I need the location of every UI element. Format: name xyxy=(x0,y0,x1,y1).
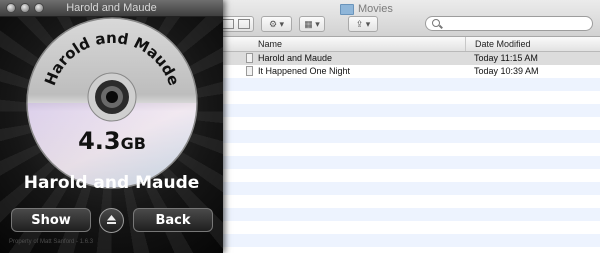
disc-size: 4.3GB xyxy=(26,127,198,155)
disc-size-value: 4.3 xyxy=(78,127,121,155)
empty-row xyxy=(222,182,600,195)
show-button[interactable]: Show xyxy=(11,208,91,232)
file-row[interactable]: It Happened One Night Today 10:39 AM xyxy=(222,65,600,78)
view-toggle-button[interactable] xyxy=(218,16,254,32)
app-window-title: Harold and Maude xyxy=(66,2,157,14)
empty-row xyxy=(222,130,600,143)
empty-row xyxy=(222,104,600,117)
column-name-header[interactable]: Name xyxy=(258,39,282,49)
movie-file-icon xyxy=(246,66,253,76)
file-name: It Happened One Night xyxy=(258,66,351,76)
list-view-icon xyxy=(238,19,250,29)
column-header: Name Date Modified xyxy=(222,37,600,52)
eject-icon xyxy=(107,215,116,224)
finder-window-title: Movies xyxy=(340,3,393,15)
footer-text: Property of Matt Sanford - 1.6.3 xyxy=(9,239,94,245)
folder-icon xyxy=(340,3,354,15)
disc-size-unit: GB xyxy=(120,134,146,153)
empty-row xyxy=(222,208,600,221)
back-button[interactable]: Back xyxy=(133,208,213,232)
search-icon xyxy=(432,19,440,27)
file-date: Today 11:15 AM xyxy=(474,53,538,63)
eject-button[interactable] xyxy=(99,208,124,233)
movie-title: Harold and Maude xyxy=(23,173,200,193)
file-name: Harold and Maude xyxy=(258,53,333,63)
share-icon: ⇪ ▾ xyxy=(355,18,371,29)
action-button[interactable]: ⚙ ▾ xyxy=(261,16,292,32)
search-input[interactable] xyxy=(425,16,593,31)
arrange-button[interactable]: ▦ ▾ xyxy=(299,16,325,32)
disc-icon: Harold and Maude xyxy=(26,17,198,189)
file-date: Today 10:39 AM xyxy=(474,66,539,76)
empty-row xyxy=(222,156,600,169)
column-date-header[interactable]: Date Modified xyxy=(465,37,531,51)
gear-icon: ⚙ ▾ xyxy=(268,18,285,29)
file-row[interactable]: Harold and Maude Today 11:15 AM xyxy=(222,52,600,65)
disc-graphic: Harold and Maude 4.3GB xyxy=(26,17,198,189)
empty-row xyxy=(222,234,600,247)
app-titlebar: Harold and Maude xyxy=(0,0,223,17)
share-button[interactable]: ⇪ ▾ xyxy=(348,16,378,32)
empty-row xyxy=(222,78,600,91)
icon-view-icon xyxy=(222,19,234,29)
app-window: Harold and Maude Harold and Maude 4.3GB … xyxy=(0,0,223,253)
movie-file-icon xyxy=(246,53,253,63)
arrange-icon: ▦ ▾ xyxy=(304,18,320,29)
finder-title-text: Movies xyxy=(358,3,393,15)
